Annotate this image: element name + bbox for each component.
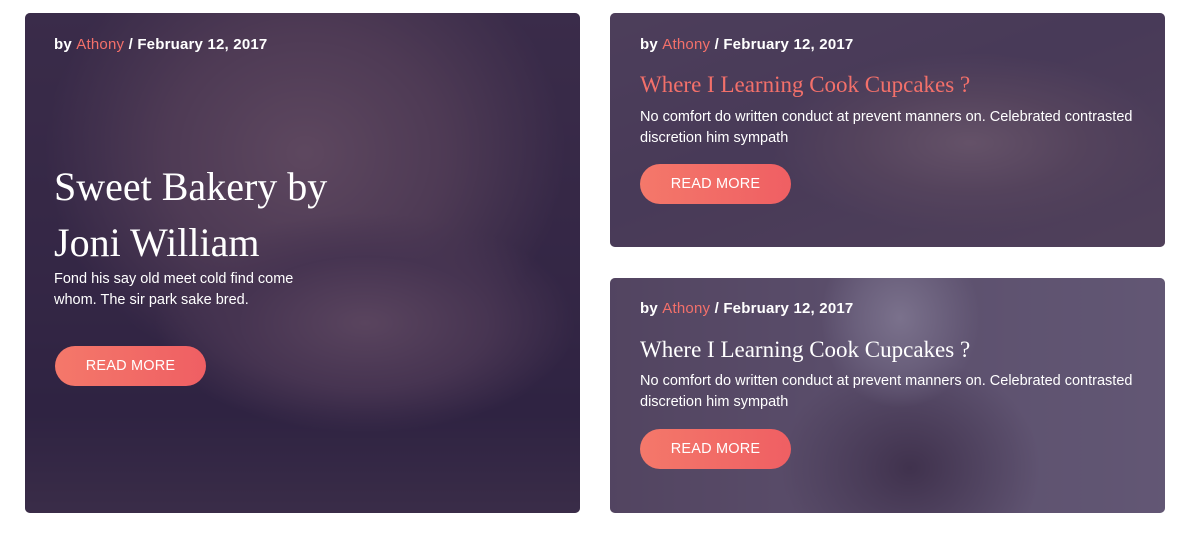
post-title[interactable]: Sweet Bakery by Joni William: [54, 159, 384, 271]
date-separator: /: [714, 36, 719, 53]
author-prefix: by: [640, 300, 658, 317]
read-more-button[interactable]: READ MORE: [640, 164, 791, 204]
post-title[interactable]: Where I Learning Cook Cupcakes ?: [640, 337, 970, 363]
post-excerpt: No comfort do written conduct at prevent…: [640, 373, 1133, 410]
date-separator: /: [714, 300, 719, 317]
post-date: February 12, 2017: [723, 300, 854, 317]
date-separator: /: [128, 36, 133, 53]
author-link[interactable]: Athony: [662, 36, 710, 53]
post-excerpt: No comfort do written conduct at prevent…: [640, 109, 1133, 146]
author-link[interactable]: Athony: [662, 300, 710, 317]
post-excerpt: Fond his say old meet cold find come who…: [54, 271, 294, 308]
post-meta: by Athony / February 12, 2017: [640, 36, 853, 53]
read-more-button[interactable]: READ MORE: [55, 346, 206, 386]
blog-card[interactable]: by Athony / February 12, 2017 Where I Le…: [610, 13, 1165, 247]
post-date: February 12, 2017: [723, 36, 854, 53]
post-date: February 12, 2017: [137, 36, 268, 53]
post-meta: by Athony / February 12, 2017: [54, 36, 267, 53]
blog-card-featured[interactable]: by Athony / February 12, 2017 Sweet Bake…: [25, 13, 580, 513]
read-more-button[interactable]: READ MORE: [640, 429, 791, 469]
author-prefix: by: [640, 36, 658, 53]
post-meta: by Athony / February 12, 2017: [640, 300, 853, 317]
author-prefix: by: [54, 36, 72, 53]
author-link[interactable]: Athony: [76, 36, 124, 53]
post-title[interactable]: Where I Learning Cook Cupcakes ?: [640, 72, 970, 98]
blog-card[interactable]: by Athony / February 12, 2017 Where I Le…: [610, 278, 1165, 513]
